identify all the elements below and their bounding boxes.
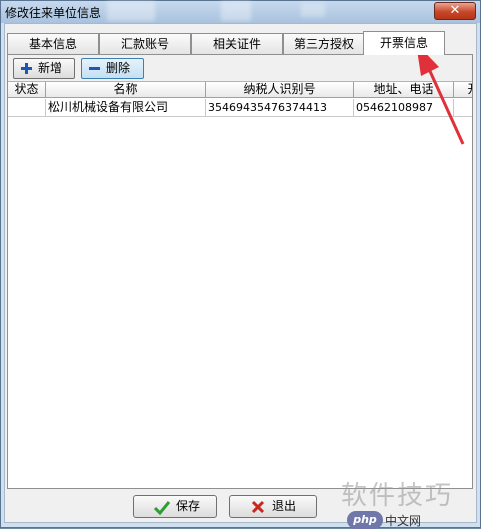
table-row[interactable]: 松川机械设备有限公司 35469435476374413 05462108987 bbox=[8, 99, 472, 117]
add-button[interactable]: 新增 bbox=[13, 58, 75, 79]
cell-tax-id: 35469435476374413 bbox=[206, 99, 354, 117]
table-header: 状态 名称 纳税人识别号 地址、电话 开 bbox=[8, 82, 472, 98]
dialog-window: 修改往来单位信息 ✕ 基本信息 汇款账号 相关证件 第三方授权 开票信息 新增 … bbox=[0, 0, 481, 529]
tab-related-certificates[interactable]: 相关证件 bbox=[191, 33, 283, 54]
tab-invoice-info[interactable]: 开票信息 bbox=[363, 31, 445, 55]
invoice-table[interactable]: 状态 名称 纳税人识别号 地址、电话 开 松川机械设备有限公司 35469435… bbox=[8, 82, 472, 488]
site-watermark: php 中文网 bbox=[347, 511, 481, 529]
cell-address-phone: 05462108987 bbox=[354, 99, 454, 117]
cell-name: 松川机械设备有限公司 bbox=[46, 99, 206, 117]
add-button-label: 新增 bbox=[38, 61, 63, 75]
save-button-label: 保存 bbox=[176, 499, 201, 513]
watermark-text: 软件技巧 bbox=[341, 481, 454, 511]
tab-label: 汇款账号 bbox=[120, 37, 169, 51]
title-bar[interactable]: 修改往来单位信息 ✕ bbox=[1, 1, 480, 23]
cross-icon bbox=[251, 500, 265, 514]
delete-button[interactable]: 删除 bbox=[81, 58, 144, 79]
delete-button-label: 删除 bbox=[106, 61, 131, 75]
checkmark-icon bbox=[154, 501, 170, 515]
save-button[interactable]: 保存 bbox=[133, 495, 217, 518]
close-icon: ✕ bbox=[449, 3, 461, 18]
cell-status bbox=[8, 99, 46, 117]
site-name: 中文网 bbox=[385, 514, 422, 528]
window-title: 修改往来单位信息 bbox=[5, 6, 102, 20]
exit-button-label: 退出 bbox=[272, 499, 297, 513]
plus-icon bbox=[21, 63, 32, 74]
title-bar-glare bbox=[301, 3, 325, 17]
tab-label: 基本信息 bbox=[28, 37, 77, 51]
tab-third-party-authorization[interactable]: 第三方授权 bbox=[283, 33, 365, 54]
tab-label: 第三方授权 bbox=[293, 37, 354, 51]
title-bar-glare bbox=[221, 1, 251, 21]
tab-basic-info[interactable]: 基本信息 bbox=[7, 33, 99, 54]
column-header-address-phone[interactable]: 地址、电话 bbox=[354, 82, 454, 98]
tab-strip: 基本信息 汇款账号 相关证件 第三方授权 开票信息 bbox=[7, 31, 473, 55]
tab-label: 开票信息 bbox=[379, 36, 428, 50]
tab-label: 相关证件 bbox=[212, 37, 261, 51]
title-bar-glare bbox=[107, 1, 155, 21]
php-logo: php bbox=[347, 511, 383, 529]
column-header-name[interactable]: 名称 bbox=[46, 82, 206, 98]
tab-remittance-account[interactable]: 汇款账号 bbox=[99, 33, 191, 54]
invoice-info-panel: 新增 删除 状态 名称 纳税人识别号 地址、电话 开 松川机械设备有限公司 bbox=[7, 54, 473, 489]
column-header-tax-id[interactable]: 纳税人识别号 bbox=[206, 82, 354, 98]
cell-extra bbox=[454, 99, 472, 117]
close-button[interactable]: ✕ bbox=[434, 2, 476, 20]
dialog-client-area: 基本信息 汇款账号 相关证件 第三方授权 开票信息 新增 删除 状态 名称 纳税… bbox=[4, 23, 477, 523]
minus-icon bbox=[89, 63, 100, 74]
column-header-extra[interactable]: 开 bbox=[454, 82, 472, 98]
toolbar: 新增 删除 bbox=[8, 55, 472, 82]
exit-button[interactable]: 退出 bbox=[229, 495, 317, 518]
column-header-status[interactable]: 状态 bbox=[8, 82, 46, 98]
